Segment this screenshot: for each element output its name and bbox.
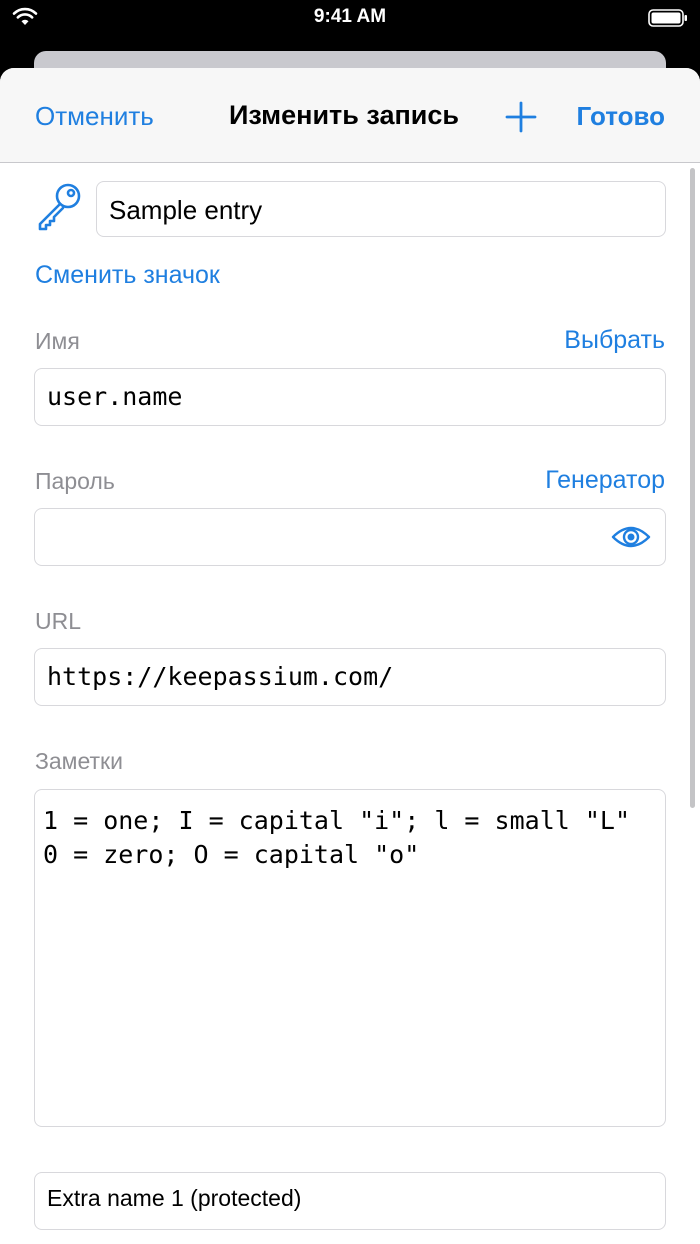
username-value: user.name — [47, 382, 183, 411]
notes-label: Заметки — [35, 748, 123, 774]
edit-entry-sheet: Отменить Изменить запись Готово Sample e… — [0, 68, 700, 1244]
notes-value: 1 = one; I = capital "i"; l = small "L" … — [43, 806, 630, 869]
url-field[interactable]: https://keepassium.com/ — [34, 648, 666, 706]
username-field[interactable]: user.name — [34, 368, 666, 426]
battery-icon — [648, 9, 687, 27]
username-label: Имя — [35, 328, 80, 354]
change-icon-button[interactable]: Сменить значок — [35, 261, 220, 290]
scrollbar[interactable] — [690, 168, 695, 808]
page-title: Изменить запись — [229, 100, 459, 130]
password-generator-button[interactable]: Генератор — [545, 466, 665, 495]
password-field[interactable] — [34, 508, 666, 566]
key-icon[interactable] — [34, 181, 84, 231]
status-time: 9:41 AM — [313, 6, 387, 27]
notes-textarea[interactable]: 1 = one; I = capital "i"; l = small "L" … — [34, 789, 666, 1127]
choose-username-button[interactable]: Выбрать — [564, 326, 665, 355]
entry-title-value: Sample entry — [109, 195, 263, 225]
entry-title-field[interactable]: Sample entry — [96, 181, 666, 237]
done-button[interactable]: Готово — [577, 101, 665, 132]
extra-field[interactable]: Extra name 1 (protected) — [34, 1172, 666, 1230]
url-label: URL — [35, 608, 82, 634]
extra-field-name: Extra name 1 (protected) — [47, 1185, 302, 1211]
url-value: https://keepassium.com/ — [47, 662, 394, 691]
cancel-button[interactable]: Отменить — [35, 101, 154, 132]
eye-icon[interactable] — [611, 523, 651, 551]
plus-icon[interactable] — [505, 101, 537, 133]
password-label: Пароль — [35, 468, 115, 494]
status-bar: 9:41 AM — [0, 0, 700, 36]
navigation-bar: Отменить Изменить запись Готово — [0, 68, 700, 163]
